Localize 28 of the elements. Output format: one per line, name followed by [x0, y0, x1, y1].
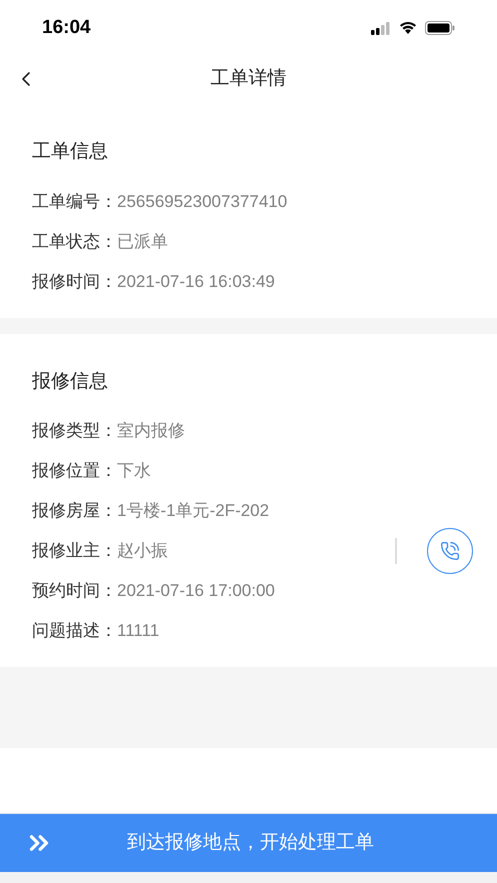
- field-label: 报修类型：: [32, 420, 117, 442]
- field-value: 256569523007377410: [117, 190, 288, 213]
- status-time: 16:04: [42, 16, 91, 40]
- field-value: 2021-07-16 17:00:00: [117, 580, 275, 602]
- field-value: 下水: [117, 460, 151, 482]
- field-label: 报修业主：: [32, 540, 117, 562]
- field-value: 赵小振: [117, 540, 168, 562]
- wifi-icon: [399, 21, 417, 35]
- field-value: 1号楼-1单元-2F-202: [117, 500, 270, 522]
- field-label: 报修房屋：: [32, 500, 117, 522]
- field-label: 问题描述：: [32, 620, 117, 642]
- field-value: 11111: [117, 620, 160, 642]
- field-label: 工单编号：: [32, 190, 117, 213]
- section-title: 工单信息: [32, 140, 109, 164]
- signal-icon: [371, 21, 391, 35]
- field-label: 报修时间：: [32, 270, 117, 293]
- field-value: 已派单: [117, 230, 168, 253]
- field-label: 预约时间：: [32, 580, 117, 602]
- phone-icon: [440, 541, 460, 561]
- field-label: 报修位置：: [32, 460, 117, 482]
- battery-icon: [425, 21, 455, 35]
- field-label: 工单状态：: [32, 230, 117, 253]
- start-work-button[interactable]: 到达报修地点，开始处理工单: [0, 813, 497, 872]
- phone-button[interactable]: [427, 528, 473, 574]
- page-title: 工单详情: [210, 66, 286, 91]
- section-title: 报修信息: [32, 370, 109, 394]
- field-value: 室内报修: [117, 420, 185, 442]
- field-value: 2021-07-16 16:03:49: [117, 270, 275, 293]
